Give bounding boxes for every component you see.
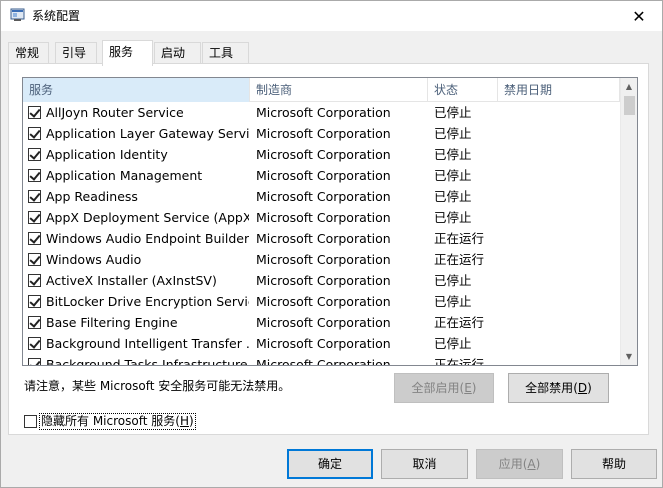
- list-item[interactable]: Background Intelligent Transfer ... Micr…: [23, 333, 620, 354]
- title-bar: 系统配置 ✕: [1, 1, 662, 31]
- list-item[interactable]: AllJoyn Router Service Microsoft Corpora…: [23, 102, 620, 123]
- column-header-disabled-date[interactable]: 禁用日期: [498, 78, 620, 102]
- list-item[interactable]: Application Layer Gateway Service Micros…: [23, 123, 620, 144]
- list-item[interactable]: Windows Audio Endpoint Builder Microsoft…: [23, 228, 620, 249]
- service-checkbox[interactable]: [28, 274, 41, 287]
- service-status: 正在运行: [434, 315, 485, 330]
- list-item[interactable]: App Readiness Microsoft Corporation 已停止: [23, 186, 620, 207]
- enable-all-button[interactable]: 全部启用(E): [394, 373, 494, 403]
- msconfig-icon: [10, 8, 25, 21]
- tab-tools[interactable]: 工具: [202, 42, 249, 64]
- service-status: 正在运行: [434, 357, 485, 366]
- service-name: BitLocker Drive Encryption Service: [46, 294, 249, 309]
- column-header-status[interactable]: 状态: [428, 78, 498, 102]
- scrollbar-thumb[interactable]: [624, 96, 635, 115]
- service-manufacturer: Microsoft Corporation: [256, 147, 391, 162]
- service-status: 已停止: [434, 126, 472, 141]
- chevron-up-icon[interactable]: ▲: [621, 78, 637, 95]
- list-item[interactable]: AppX Deployment Service (AppX... Microso…: [23, 207, 620, 228]
- service-checkbox[interactable]: [28, 358, 41, 365]
- service-checkbox[interactable]: [28, 316, 41, 329]
- service-name: Windows Audio Endpoint Builder: [46, 231, 249, 246]
- list-item[interactable]: Background Tasks Infrastructure... Micro…: [23, 354, 620, 366]
- system-config-window: 系统配置 ✕ 常规 引导 服务 启动 工具 服务 制造商 状态 禁用日期 All…: [0, 0, 663, 488]
- service-checkbox[interactable]: [28, 211, 41, 224]
- service-checkbox[interactable]: [28, 190, 41, 203]
- service-manufacturer: Microsoft Corporation: [256, 126, 391, 141]
- service-name: Windows Audio: [46, 252, 142, 267]
- list-item[interactable]: Base Filtering Engine Microsoft Corporat…: [23, 312, 620, 333]
- service-status: 已停止: [434, 147, 472, 162]
- apply-button[interactable]: 应用(A): [476, 449, 563, 479]
- service-checkbox[interactable]: [28, 253, 41, 266]
- service-name: Base Filtering Engine: [46, 315, 178, 330]
- service-status: 已停止: [434, 210, 472, 225]
- service-checkbox[interactable]: [28, 127, 41, 140]
- service-manufacturer: Microsoft Corporation: [256, 294, 391, 309]
- tab-startup[interactable]: 启动: [154, 42, 201, 64]
- service-status: 已停止: [434, 294, 472, 309]
- service-manufacturer: Microsoft Corporation: [256, 231, 391, 246]
- service-status: 已停止: [434, 273, 472, 288]
- tab-general[interactable]: 常规: [8, 42, 49, 64]
- vertical-scrollbar[interactable]: ▲ ▼: [620, 78, 637, 365]
- service-checkbox[interactable]: [28, 106, 41, 119]
- service-status: 已停止: [434, 168, 472, 183]
- service-status: 已停止: [434, 336, 472, 351]
- close-button[interactable]: ✕: [616, 1, 662, 31]
- list-item[interactable]: BitLocker Drive Encryption Service Micro…: [23, 291, 620, 312]
- disable-all-button[interactable]: 全部禁用(D): [508, 373, 609, 403]
- services-panel: 服务 制造商 状态 禁用日期 AllJoyn Router Service Mi…: [8, 63, 649, 435]
- service-manufacturer: Microsoft Corporation: [256, 357, 391, 366]
- service-name: AppX Deployment Service (AppX...: [46, 210, 249, 225]
- tab-strip: 常规 引导 服务 启动 工具: [8, 40, 648, 66]
- tab-services[interactable]: 服务: [102, 40, 153, 66]
- service-manufacturer: Microsoft Corporation: [256, 105, 391, 120]
- service-manufacturer: Microsoft Corporation: [256, 336, 391, 351]
- list-item[interactable]: Application Identity Microsoft Corporati…: [23, 144, 620, 165]
- service-status: 已停止: [434, 189, 472, 204]
- service-manufacturer: Microsoft Corporation: [256, 273, 391, 288]
- service-manufacturer: Microsoft Corporation: [256, 168, 391, 183]
- list-item[interactable]: Application Management Microsoft Corpora…: [23, 165, 620, 186]
- service-name: Application Layer Gateway Service: [46, 126, 249, 141]
- hide-ms-services-checkbox[interactable]: [24, 415, 37, 428]
- service-name: Application Management: [46, 168, 203, 183]
- column-header-manufacturer[interactable]: 制造商: [250, 78, 428, 102]
- list-item[interactable]: ActiveX Installer (AxInstSV) Microsoft C…: [23, 270, 620, 291]
- service-manufacturer: Microsoft Corporation: [256, 315, 391, 330]
- service-checkbox[interactable]: [28, 337, 41, 350]
- ok-button[interactable]: 确定: [287, 449, 373, 479]
- service-name: AllJoyn Router Service: [46, 105, 184, 120]
- service-name: Background Tasks Infrastructure...: [46, 357, 249, 366]
- service-checkbox[interactable]: [28, 169, 41, 182]
- service-name: Application Identity: [46, 147, 168, 162]
- help-button[interactable]: 帮助: [571, 449, 657, 479]
- service-manufacturer: Microsoft Corporation: [256, 189, 391, 204]
- security-note: 请注意，某些 Microsoft 安全服务可能无法禁用。: [24, 379, 291, 393]
- chevron-down-icon[interactable]: ▼: [621, 348, 637, 365]
- service-status: 正在运行: [434, 231, 485, 246]
- service-status: 正在运行: [434, 252, 485, 267]
- window-title: 系统配置: [32, 9, 81, 23]
- tab-boot[interactable]: 引导: [55, 42, 97, 64]
- service-checkbox[interactable]: [28, 148, 41, 161]
- list-item[interactable]: Windows Audio Microsoft Corporation 正在运行: [23, 249, 620, 270]
- service-checkbox[interactable]: [28, 295, 41, 308]
- service-name: Background Intelligent Transfer ...: [46, 336, 249, 351]
- hide-ms-services-label[interactable]: 隐藏所有 Microsoft 服务(H): [39, 413, 196, 430]
- services-list[interactable]: 服务 制造商 状态 禁用日期 AllJoyn Router Service Mi…: [22, 77, 638, 366]
- service-name: ActiveX Installer (AxInstSV): [46, 273, 217, 288]
- service-name: App Readiness: [46, 189, 138, 204]
- service-status: 已停止: [434, 105, 472, 120]
- service-manufacturer: Microsoft Corporation: [256, 210, 391, 225]
- close-icon: ✕: [632, 6, 646, 26]
- cancel-button[interactable]: 取消: [381, 449, 468, 479]
- column-header-service[interactable]: 服务: [23, 78, 250, 102]
- service-manufacturer: Microsoft Corporation: [256, 252, 391, 267]
- service-checkbox[interactable]: [28, 232, 41, 245]
- list-header: 服务 制造商 状态 禁用日期: [23, 78, 620, 102]
